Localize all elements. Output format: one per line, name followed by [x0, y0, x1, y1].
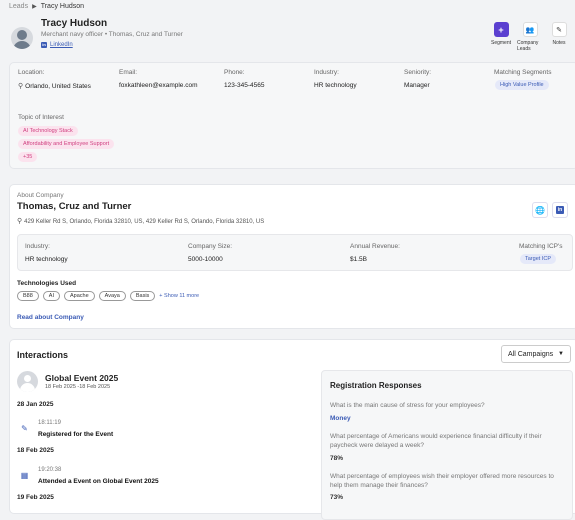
timeline-event: Attended a Event on Global Event 2025: [38, 478, 159, 485]
responses-title: Registration Responses: [330, 381, 422, 390]
interactions-title: Interactions: [17, 350, 69, 360]
segments-label: Matching Segments: [494, 69, 552, 76]
read-about-company-link[interactable]: Read about Company: [17, 314, 84, 321]
response-answer: 78%: [330, 455, 344, 462]
icp-chip[interactable]: Target ICP: [520, 254, 556, 264]
timeline-date: 18 Feb 2025: [17, 447, 54, 454]
company-address: ⚲ 429 Keller Rd S, Orlando, Florida 32810…: [17, 218, 265, 225]
calendar-icon: ▦: [20, 471, 29, 480]
technologies-label: Technologies Used: [17, 280, 77, 287]
plus-icon: +: [493, 22, 509, 37]
response-question: What percentage of Americans would exper…: [330, 433, 542, 449]
segment-label: Segment: [490, 40, 511, 46]
response-question: What is the main cause of stress for you…: [330, 402, 485, 409]
event-avatar: [17, 371, 38, 392]
segment-chip[interactable]: High Value Profile: [495, 80, 549, 90]
breadcrumb: Leads ▶ Tracy Hudson: [9, 3, 84, 10]
notes-label: Notes: [552, 40, 566, 46]
breadcrumb-leads[interactable]: Leads: [9, 3, 28, 10]
company-industry-value: HR technology: [25, 256, 68, 263]
phone-value[interactable]: 123-345-4565: [224, 82, 264, 89]
timeline-event: Registered for the Event: [38, 431, 114, 438]
response-answer: Money: [330, 415, 351, 422]
timeline-date: 19 Feb 2025: [17, 494, 54, 501]
location-value: ⚲ Orlando, United States: [18, 83, 91, 90]
tech-pill[interactable]: Apache: [64, 291, 95, 301]
campaign-filter-value: All Campaigns: [508, 350, 554, 358]
event-name: Global Event 2025: [45, 373, 119, 383]
event-dates: 18 Feb 2025 -18 Feb 2025: [45, 384, 111, 390]
technology-list: B88 AI Apache Avaya Basis + Show 11 more: [17, 291, 199, 301]
lead-details-card: Location: ⚲ Orlando, United States Email:…: [9, 62, 575, 169]
revenue-label: Annual Revenue:: [350, 243, 400, 250]
email-value[interactable]: foxkathleen@example.com: [119, 82, 198, 89]
icp-label: Matching ICP's: [519, 243, 563, 250]
topic-more-chip[interactable]: +35: [18, 152, 38, 162]
response-question: What percentage of employees wish their …: [330, 473, 554, 489]
company-size-value: 5000-10000: [188, 256, 223, 263]
company-linkedin-button[interactable]: in: [552, 202, 568, 218]
tech-pill[interactable]: AI: [42, 291, 60, 301]
show-more-tech-link[interactable]: + Show 11 more: [159, 293, 199, 299]
company-name: Thomas, Cruz and Turner: [17, 201, 132, 212]
timeline-time: 18:11:19: [38, 420, 61, 426]
topic-chip[interactable]: Affordability and Employee Support: [18, 139, 115, 149]
website-button[interactable]: 🌐: [532, 202, 548, 218]
tech-pill[interactable]: B88: [17, 291, 39, 301]
topic-label: Topic of Interest: [18, 114, 64, 121]
industry-label: Industry:: [314, 69, 339, 76]
campaign-filter-dropdown[interactable]: All Campaigns ▼: [501, 345, 571, 363]
company-size-label: Company Size:: [188, 243, 233, 250]
company-leads-button[interactable]: 👥 Company Leads: [517, 22, 543, 52]
breadcrumb-current: Tracy Hudson: [40, 3, 85, 10]
location-label: Location:: [18, 69, 45, 76]
chevron-right-icon: ▶: [32, 4, 37, 10]
globe-icon: 🌐: [535, 205, 545, 215]
phone-label: Phone:: [224, 69, 245, 76]
toolbar: + Segment 👥 Company Leads ✎ Notes: [488, 22, 572, 52]
linkedin-label: LinkedIn: [50, 42, 73, 48]
registration-responses: Registration Responses What is the main …: [321, 370, 573, 520]
chevron-down-icon: ▼: [558, 351, 564, 357]
industry-value: HR technology: [314, 82, 357, 89]
avatar: [11, 27, 33, 49]
profile-title: Merchant navy officer • Thomas, Cruz and…: [41, 31, 183, 38]
tech-pill[interactable]: Avaya: [98, 291, 126, 301]
edit-icon: ✎: [21, 424, 28, 433]
email-label: Email:: [119, 69, 138, 76]
notes-button[interactable]: ✎ Notes: [546, 22, 572, 52]
tech-pill[interactable]: Basis: [129, 291, 156, 301]
response-answer: 73%: [330, 494, 344, 501]
linkedin-icon: in: [556, 206, 564, 214]
interactions-card: Interactions All Campaigns ▼ Global Even…: [9, 339, 575, 520]
revenue-value: $1.5B: [350, 256, 367, 263]
seniority-value: Manager: [404, 82, 430, 89]
segment-button[interactable]: + Segment: [488, 22, 514, 52]
linkedin-link[interactable]: in LinkedIn: [41, 42, 73, 48]
linkedin-icon: in: [41, 42, 47, 48]
about-company-label: About Company: [17, 192, 64, 199]
company-card: About Company Thomas, Cruz and Turner ⚲ 4…: [9, 184, 575, 329]
people-icon: 👥: [522, 22, 538, 37]
timeline-date: 28 Jan 2025: [17, 401, 54, 408]
timeline-time: 19:20:38: [38, 467, 62, 473]
location-pin-icon: ⚲: [18, 83, 24, 90]
topic-chip[interactable]: AI Technology Stack: [18, 126, 78, 136]
seniority-label: Seniority:: [404, 69, 432, 76]
location-pin-icon: ⚲: [17, 218, 23, 225]
company-industry-label: Industry:: [25, 243, 50, 250]
profile-name: Tracy Hudson: [41, 18, 108, 29]
company-stats: Industry: HR technology Company Size: 50…: [17, 234, 573, 271]
company-leads-label: Company Leads: [517, 40, 539, 52]
note-icon: ✎: [551, 22, 567, 37]
